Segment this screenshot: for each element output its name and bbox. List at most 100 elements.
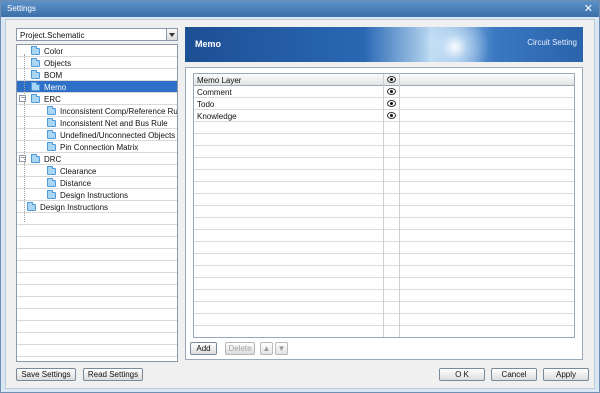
read-settings-button[interactable]: Read Settings [83,368,143,381]
cancel-button[interactable]: Cancel [491,368,537,381]
tree-item[interactable]: Pin Connection Matrix [47,141,138,153]
folder-icon [47,141,56,151]
tree-row[interactable]: Inconsistent Comp/Reference Rule [17,105,177,117]
tree-item[interactable]: Clearance [47,165,96,177]
folder-icon [31,81,40,91]
folder-icon [31,93,40,103]
tree-row [17,285,177,297]
tree-row[interactable]: Objects [17,57,177,69]
arrow-up-icon[interactable]: ▲ [260,342,273,355]
tree-item-label: DRC [44,154,62,164]
delete-button[interactable]: Delete [225,342,255,355]
tree-item-label: Objects [44,58,72,68]
tree-row [17,345,177,357]
eye-icon[interactable] [387,76,396,83]
tree-row [17,333,177,345]
eye-icon[interactable] [387,112,396,119]
tree-item[interactable]: Distance [47,177,91,189]
folder-icon [31,57,40,67]
chevron-down-icon[interactable] [166,29,177,40]
tree-row[interactable]: Distance [17,177,177,189]
table-row [194,326,574,337]
table-row [194,218,574,230]
add-button[interactable]: Add [190,342,217,355]
table-row [194,182,574,194]
table-row [194,122,574,134]
folder-icon [47,177,56,187]
tree-item-label: ERC [44,94,61,104]
tree-item[interactable]: Design Instructions [27,201,108,213]
tree-item-label: Undefined/Unconnected Objects [60,130,176,140]
tree-item-label: BOM [44,70,63,80]
table-row [194,314,574,326]
eye-icon[interactable] [387,88,396,95]
folder-icon [47,165,56,175]
table-header: Memo Layer [194,74,574,86]
tree-row[interactable]: Memo [17,81,177,93]
header-banner: Memo Circuit Setting [185,27,583,62]
tree-row[interactable]: Pin Connection Matrix [17,141,177,153]
tree-row[interactable]: Clearance [17,165,177,177]
apply-button[interactable]: Apply [543,368,589,381]
tree-connector [24,162,25,222]
tree-item[interactable]: Undefined/Unconnected Objects [47,129,175,141]
save-settings-button[interactable]: Save Settings [16,368,76,381]
tree-row[interactable]: Inconsistent Net and Bus Rule [17,117,177,129]
table-row [194,290,574,302]
tree-row [17,321,177,333]
tree-row[interactable]: − ERC [17,93,177,105]
column-divider [383,74,384,337]
tree-item[interactable]: Inconsistent Comp/Reference Rule [47,105,177,117]
folder-icon [27,201,36,211]
tree-item[interactable]: DRC [31,153,61,165]
project-dropdown[interactable]: Project.Schematic [16,28,178,41]
folder-icon [31,69,40,79]
settings-tree: Color Objects BOM Memo − ERC Inconsistent Comp… [16,44,178,362]
tree-row [17,261,177,273]
memo-layer-name: Todo [197,100,215,109]
table-row [194,242,574,254]
memo-layer-name: Knowledge [197,112,237,121]
tree-row [17,237,177,249]
tree-item[interactable]: ERC [31,93,61,105]
tree-item[interactable]: Color [31,45,63,57]
ok-button[interactable]: O K [439,368,485,381]
tree-row[interactable]: Design Instructions [17,189,177,201]
memo-panel: Memo Layer Comment Todo Knowledge Add Dele… [185,67,583,360]
table-row [194,146,574,158]
tree-row[interactable]: − DRC [17,153,177,165]
table-row[interactable]: Comment [194,86,574,98]
tree-row[interactable]: Undefined/Unconnected Objects [17,129,177,141]
tree-row [17,225,177,237]
tree-row[interactable]: Color [17,45,177,57]
close-icon[interactable]: ✕ [584,2,593,16]
table-row [194,158,574,170]
tree-row[interactable]: Design Instructions [17,201,177,213]
table-row [194,302,574,314]
table-row [194,170,574,182]
folder-icon [47,129,56,139]
tree-row [17,273,177,285]
window-title: Settings [7,4,36,13]
tree-connector [24,54,25,102]
folder-icon [47,189,56,199]
arrow-down-icon[interactable]: ▼ [275,342,288,355]
tree-row [17,297,177,309]
tree-item[interactable]: Objects [31,57,71,69]
tree-item-label: Design Instructions [40,202,109,212]
memo-layer-column-header: Memo Layer [197,76,242,85]
tree-item[interactable]: Design Instructions [47,189,128,201]
tree-row [17,249,177,261]
eye-icon[interactable] [387,100,396,107]
tree-row[interactable]: BOM [17,69,177,81]
tree-item[interactable]: Memo [31,81,66,93]
project-dropdown-value: Project.Schematic [20,31,85,40]
table-row [194,266,574,278]
table-row[interactable]: Knowledge [194,110,574,122]
folder-icon [47,117,56,127]
banner-flare [415,27,495,62]
table-row[interactable]: Todo [194,98,574,110]
tree-item[interactable]: Inconsistent Net and Bus Rule [47,117,168,129]
tree-row [17,213,177,225]
tree-item[interactable]: BOM [31,69,62,81]
